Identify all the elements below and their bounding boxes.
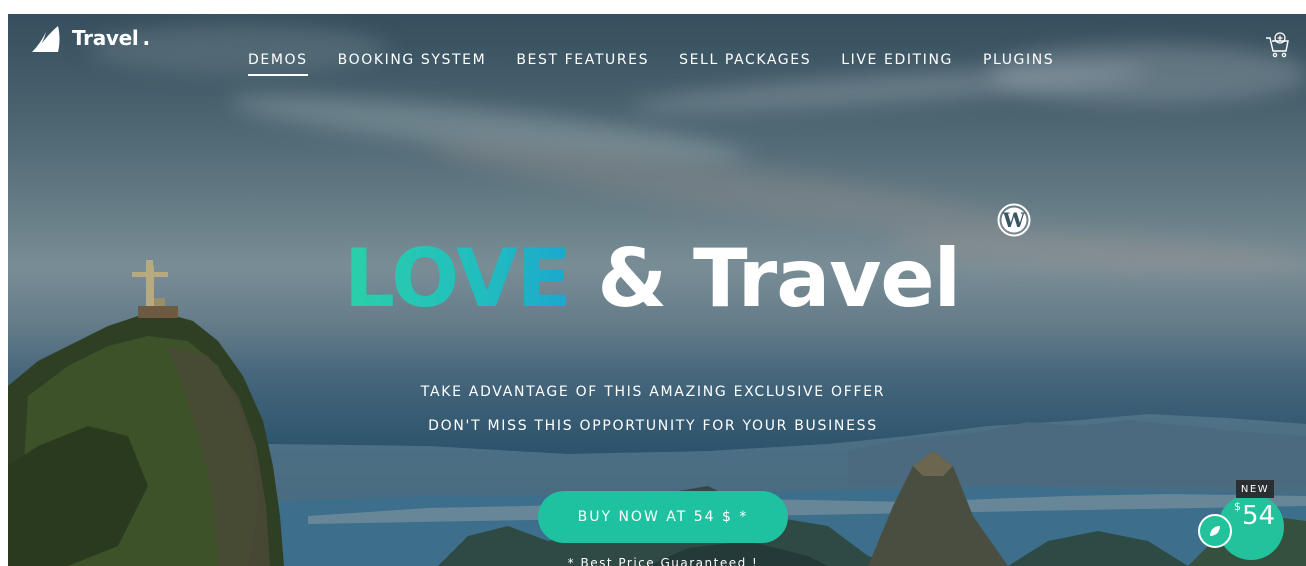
new-tag: NEW [1236,480,1274,498]
leaf-icon[interactable] [1198,514,1232,548]
wordpress-icon: W [997,203,1031,237]
badge-price: $54 [1234,500,1276,531]
nav-item-live-editing[interactable]: LIVE EDITING [841,52,953,68]
headline-accent: LOVE [344,232,572,325]
hero-headline: LOVE & Travel [344,232,961,325]
buy-now-button[interactable]: BUY NOW AT 54 $ * [538,491,788,543]
nav-item-sell-packages[interactable]: SELL PACKAGES [679,52,811,68]
sail-logo-icon [32,26,60,52]
nav-item-booking-system[interactable]: BOOKING SYSTEM [338,52,487,68]
price-guarantee-note: * Best Price Guaranteed ! [567,556,759,566]
main-nav: DEMOS BOOKING SYSTEM BEST FEATURES SELL … [248,52,1084,76]
nav-item-demos[interactable]: DEMOS [248,52,308,76]
corcovado-mountain [8,260,284,566]
cart-icon[interactable] [1264,30,1290,58]
price-badge[interactable]: NEW $54 [1196,480,1296,566]
brand-name: Travel. [72,26,150,50]
brand-logo[interactable]: Travel. [30,24,150,52]
svg-text:W: W [1002,208,1026,232]
hero-subline-2: DON'T MISS THIS OPPORTUNITY FOR YOUR BUS… [428,418,878,434]
hero-subline-1: TAKE ADVANTAGE OF THIS AMAZING EXCLUSIVE… [420,384,886,400]
headline-rest: & Travel [570,232,961,325]
nav-item-plugins[interactable]: PLUGINS [983,52,1054,68]
nav-item-best-features[interactable]: BEST FEATURES [516,52,649,68]
